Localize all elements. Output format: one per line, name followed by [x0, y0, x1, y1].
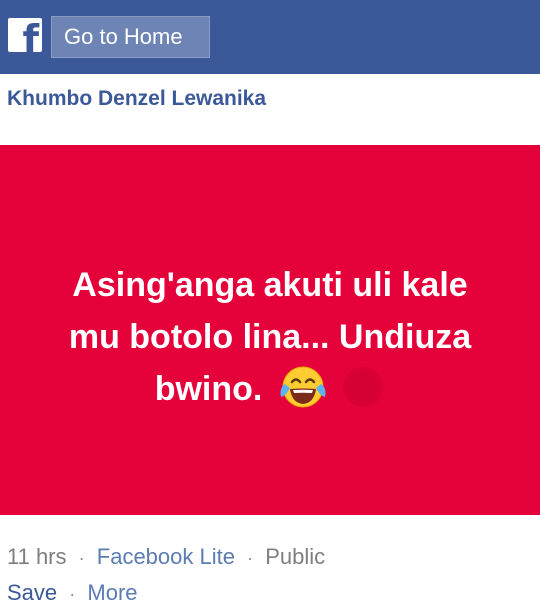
meta-separator: ·	[78, 548, 85, 568]
post-text-line-3-words: bwino.	[154, 370, 263, 408]
post-timestamp[interactable]: 11 hrs	[7, 544, 67, 569]
face-with-tears-of-joy-icon	[280, 366, 326, 408]
post-text-line-1: Asing'anga akuti uli kale	[72, 266, 468, 304]
post-text: Asing'anga akuti uli kale mu botolo lina…	[40, 259, 500, 415]
post-actions: Save · More	[7, 580, 138, 606]
action-separator: ·	[69, 584, 76, 604]
post-text-line-2: mu botolo lina... Undiuza	[68, 318, 472, 356]
meta-separator: ·	[247, 548, 254, 568]
post-text-card: Asing'anga akuti uli kale mu botolo lina…	[0, 145, 540, 515]
facebook-logo-icon[interactable]: f	[8, 18, 42, 52]
save-link[interactable]: Save	[7, 580, 57, 605]
go-to-home-button[interactable]: Go to Home	[51, 16, 210, 58]
post-privacy-label: Public	[265, 544, 326, 569]
top-navigation-bar: f Go to Home	[0, 0, 540, 74]
faded-emoji-icon	[343, 367, 384, 408]
post-author-link[interactable]: Khumbo Denzel Lewanika	[7, 87, 266, 111]
post-meta-line: 11 hrs · Facebook Lite · Public	[7, 544, 325, 570]
post-text-line-3: bwino.	[40, 363, 500, 415]
post-source-link[interactable]: Facebook Lite	[97, 544, 235, 569]
more-link[interactable]: More	[87, 580, 137, 605]
